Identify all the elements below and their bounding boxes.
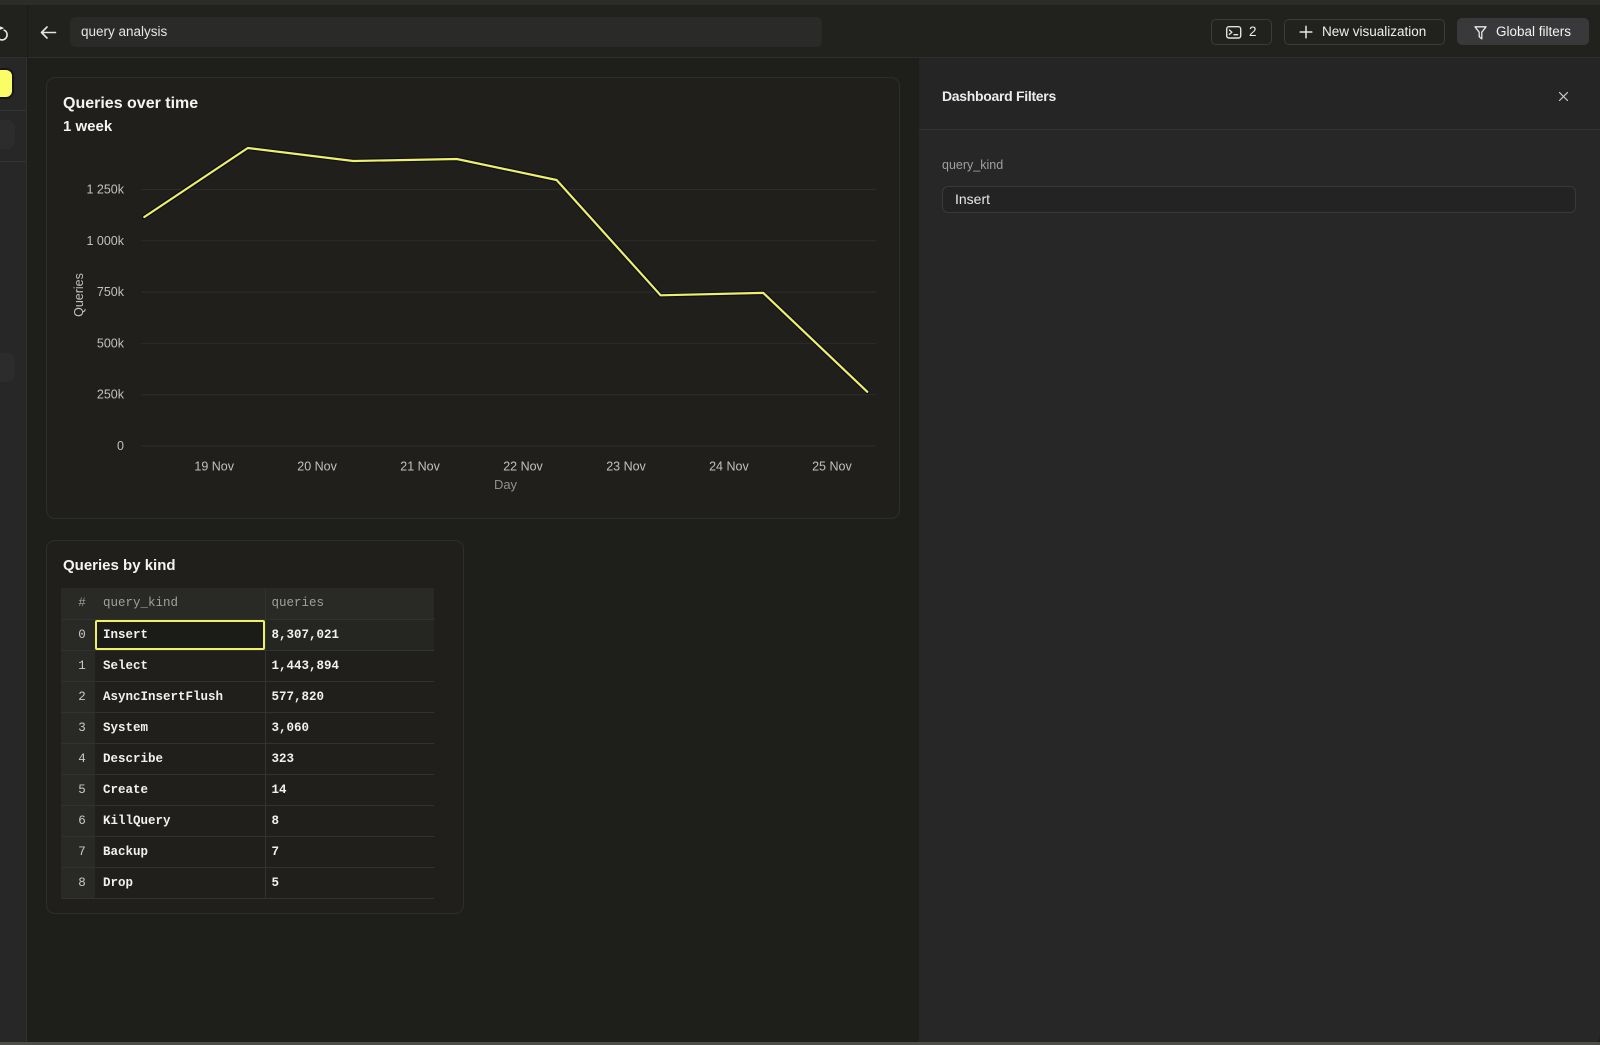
svg-text:250k: 250k (97, 388, 125, 402)
svg-text:750k: 750k (97, 285, 125, 299)
svg-text:20 Nov: 20 Nov (297, 460, 337, 474)
svg-text:500k: 500k (97, 336, 125, 350)
svg-text:1 250k: 1 250k (86, 183, 124, 197)
svg-text:Queries: Queries (72, 273, 86, 317)
svg-text:21 Nov: 21 Nov (400, 460, 440, 474)
svg-text:25 Nov: 25 Nov (812, 460, 852, 474)
svg-text:23 Nov: 23 Nov (606, 460, 646, 474)
svg-text:24 Nov: 24 Nov (709, 460, 749, 474)
svg-text:22 Nov: 22 Nov (503, 460, 543, 474)
svg-text:Day: Day (494, 477, 518, 492)
svg-text:0: 0 (117, 439, 124, 453)
svg-text:1 000k: 1 000k (86, 234, 124, 248)
svg-text:19 Nov: 19 Nov (194, 460, 234, 474)
